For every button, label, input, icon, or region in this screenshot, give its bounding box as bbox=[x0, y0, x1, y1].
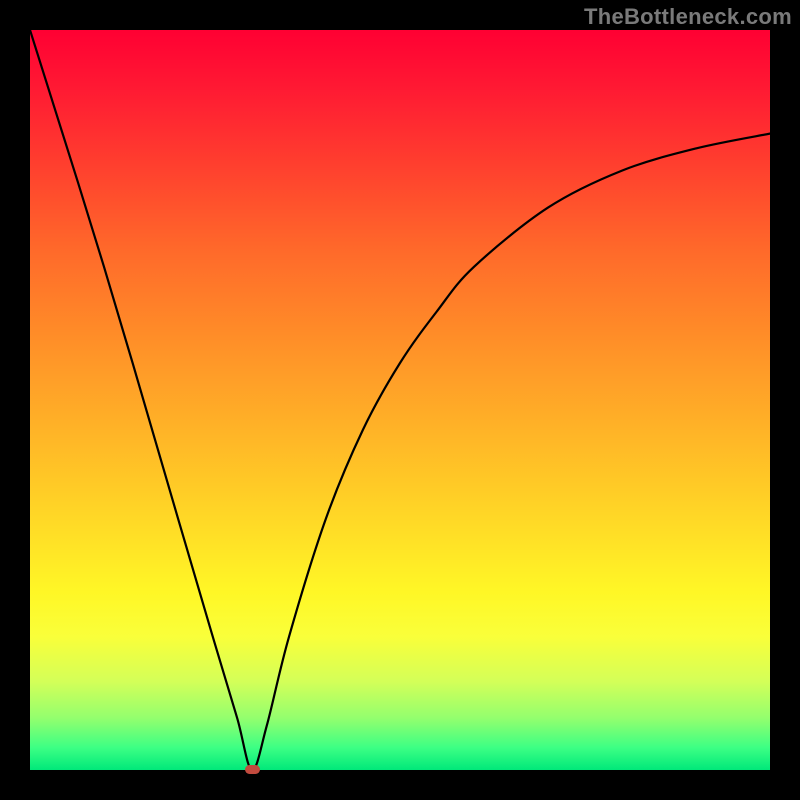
min-marker bbox=[245, 765, 260, 774]
chart-frame: TheBottleneck.com bbox=[0, 0, 800, 800]
plot-background bbox=[30, 30, 770, 770]
watermark-text: TheBottleneck.com bbox=[584, 4, 792, 30]
